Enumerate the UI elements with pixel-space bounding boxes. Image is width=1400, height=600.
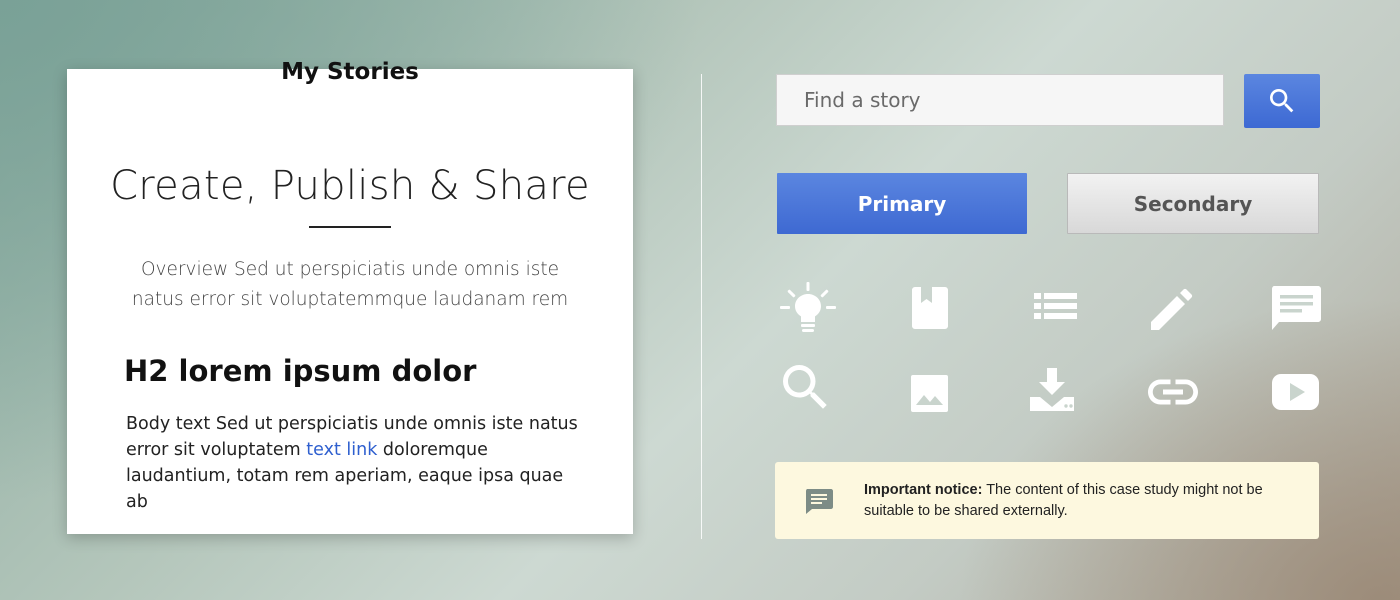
body-text: Body text Sed ut perspiciatis unde omnis… [126,411,586,515]
primary-button[interactable]: Primary [777,173,1027,234]
image-icon [900,362,960,422]
search-button[interactable] [1244,74,1320,128]
bookmark-icon [900,278,960,338]
vertical-divider [701,74,702,539]
comment-icon [806,489,833,514]
card-subtitle: Create, Publish & Share [110,163,590,209]
lightbulb-icon [778,278,838,338]
text-link[interactable]: text link [306,440,377,460]
card-overview: Overview Sed ut perspiciatis unde omnis … [131,259,569,310]
notice-label: Important notice: [864,482,983,498]
search-input[interactable] [776,74,1224,126]
search-icon [1270,89,1294,113]
video-play-icon [1265,362,1325,422]
section-heading: H2 lorem ipsum dolor [124,354,477,388]
pencil-icon [1143,278,1203,338]
notice-text: Important notice: The content of this ca… [864,480,1294,522]
search-icon [778,360,838,420]
link-icon [1143,362,1203,422]
secondary-button[interactable]: Secondary [1067,173,1319,234]
list-icon [1022,278,1082,338]
story-card: My Stories Create, Publish & Share Overv… [67,59,633,534]
title-divider [309,226,391,228]
download-icon [1022,362,1082,422]
comment-icon [1265,278,1325,338]
card-title: My Stories [281,59,419,85]
important-notice: Important notice: The content of this ca… [775,462,1319,539]
